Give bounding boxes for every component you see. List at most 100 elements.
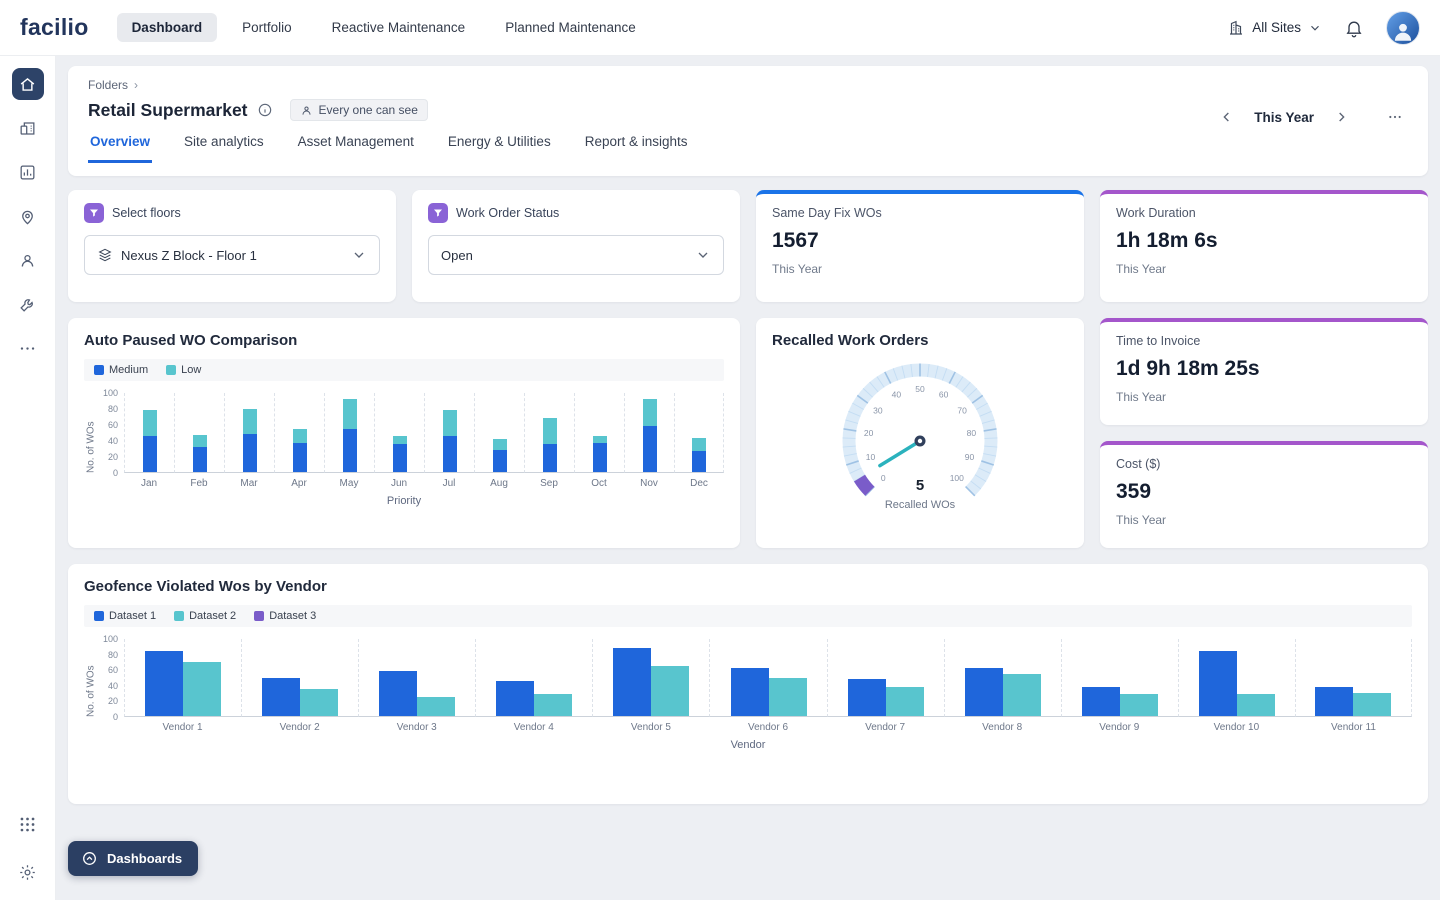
- more-options-button[interactable]: [1382, 104, 1408, 130]
- tab-overview[interactable]: Overview: [88, 134, 152, 163]
- stacked-bar[interactable]: [143, 393, 157, 472]
- stacked-bar[interactable]: [443, 393, 457, 472]
- stacked-bar[interactable]: [243, 393, 257, 472]
- kpi-title: Cost ($): [1116, 457, 1412, 471]
- sidebar-settings-gear-icon[interactable]: [12, 856, 44, 888]
- legend-item-dataset-2[interactable]: Dataset 2: [174, 610, 236, 622]
- bar-segment-medium: [593, 443, 607, 472]
- bar-area: [224, 393, 274, 473]
- category-may: May: [324, 393, 374, 492]
- tab-site-analytics[interactable]: Site analytics: [182, 134, 266, 163]
- sidebar-reports-icon[interactable]: [12, 156, 44, 188]
- period-prev-button[interactable]: [1214, 104, 1240, 130]
- tab-energy-utilities[interactable]: Energy & Utilities: [446, 134, 553, 163]
- breadcrumb-separator: ›: [134, 78, 138, 92]
- bar-segment-medium: [143, 436, 157, 472]
- period-label[interactable]: This Year: [1254, 110, 1314, 125]
- sidebar-portfolio-icon[interactable]: [12, 112, 44, 144]
- stacked-bar[interactable]: [193, 393, 207, 472]
- bar-segment-low: [293, 429, 307, 443]
- user-avatar[interactable]: [1386, 11, 1420, 45]
- sidebar-contacts-icon[interactable]: [12, 244, 44, 276]
- chart-title: Auto Paused WO Comparison: [84, 332, 724, 349]
- bar-dataset-1[interactable]: [1315, 687, 1353, 716]
- bar-dataset-2[interactable]: [183, 662, 221, 716]
- primary-nav: Dashboard Portfolio Reactive Maintenance Pl…: [117, 13, 651, 42]
- bar-dataset-2[interactable]: [1353, 693, 1391, 716]
- bar-dataset-2[interactable]: [1003, 674, 1041, 716]
- kpi-title: Work Duration: [1116, 206, 1412, 220]
- legend-item-dataset-1[interactable]: Dataset 1: [94, 610, 156, 622]
- bar-segment-medium: [343, 429, 357, 472]
- breadcrumb[interactable]: Folders ›: [88, 78, 1408, 92]
- y-tick-label: 100: [103, 634, 118, 644]
- bar-area: [274, 393, 324, 473]
- bar-dataset-1[interactable]: [145, 651, 183, 716]
- stacked-bar[interactable]: [293, 393, 307, 472]
- layers-icon: [97, 247, 113, 263]
- top-navbar: facilio Dashboard Portfolio Reactive Maint…: [0, 0, 1440, 56]
- dashboards-button[interactable]: Dashboards: [68, 841, 198, 876]
- bar-dataset-1[interactable]: [496, 681, 534, 716]
- bar-dataset-2[interactable]: [300, 689, 338, 716]
- stacked-bar[interactable]: [543, 393, 557, 472]
- bar-dataset-2[interactable]: [1120, 694, 1158, 716]
- bar-dataset-1[interactable]: [1199, 651, 1237, 716]
- left-sidebar: [0, 56, 56, 900]
- tab-report-insights[interactable]: Report & insights: [583, 134, 690, 163]
- stacked-bar[interactable]: [643, 393, 657, 472]
- nav-item-reactive-maintenance[interactable]: Reactive Maintenance: [317, 13, 481, 42]
- sidebar-home-icon[interactable]: [12, 68, 44, 100]
- sidebar-service-icon[interactable]: [12, 288, 44, 320]
- status-dropdown-value: Open: [441, 248, 473, 263]
- y-tick-label: 0: [113, 468, 118, 478]
- stacked-bar[interactable]: [493, 393, 507, 472]
- bar-dataset-1[interactable]: [262, 678, 300, 717]
- period-next-button[interactable]: [1328, 104, 1354, 130]
- y-tick-label: 80: [108, 404, 118, 414]
- x-tick-label: Vendor 2: [241, 717, 358, 736]
- sidebar-more-icon[interactable]: [12, 332, 44, 364]
- legend-item-low[interactable]: Low: [166, 364, 201, 376]
- app-logo[interactable]: facilio: [20, 14, 89, 41]
- info-icon[interactable]: [257, 102, 273, 118]
- bar-area: [124, 393, 174, 473]
- bar-dataset-1[interactable]: [848, 679, 886, 716]
- bar-dataset-1[interactable]: [1082, 687, 1120, 716]
- bar-dataset-2[interactable]: [417, 697, 455, 716]
- x-tick-label: Vendor 7: [827, 717, 944, 736]
- sidebar-apps-grid-icon[interactable]: [12, 808, 44, 840]
- site-selector[interactable]: All Sites: [1227, 19, 1322, 37]
- bar-dataset-1[interactable]: [379, 671, 417, 716]
- notifications-bell-icon[interactable]: [1344, 18, 1364, 38]
- bar-dataset-1[interactable]: [731, 668, 769, 716]
- stacked-bar[interactable]: [393, 393, 407, 472]
- nav-item-portfolio[interactable]: Portfolio: [227, 13, 307, 42]
- stacked-bar[interactable]: [343, 393, 357, 472]
- stacked-bar[interactable]: [593, 393, 607, 472]
- nav-item-dashboard[interactable]: Dashboard: [117, 13, 218, 42]
- bar-dataset-2[interactable]: [651, 666, 689, 716]
- x-tick-label: Oct: [574, 473, 624, 492]
- bar-dataset-1[interactable]: [613, 648, 651, 716]
- bar-dataset-2[interactable]: [534, 694, 572, 716]
- bar-dataset-2[interactable]: [769, 678, 807, 717]
- sidebar-location-icon[interactable]: [12, 200, 44, 232]
- y-tick-label: 40: [108, 436, 118, 446]
- stacked-bar[interactable]: [692, 393, 706, 472]
- legend-item-medium[interactable]: Medium: [94, 364, 148, 376]
- nav-item-planned-maintenance[interactable]: Planned Maintenance: [490, 13, 651, 42]
- bar-dataset-2[interactable]: [1237, 694, 1275, 716]
- status-dropdown[interactable]: Open: [428, 235, 724, 275]
- category-jan: Jan: [124, 393, 174, 492]
- chevron-down-icon: [351, 247, 367, 263]
- tab-asset-management[interactable]: Asset Management: [296, 134, 416, 163]
- floors-dropdown[interactable]: Nexus Z Block - Floor 1: [84, 235, 380, 275]
- legend-item-dataset-3[interactable]: Dataset 3: [254, 610, 316, 622]
- bar-dataset-1[interactable]: [965, 668, 1003, 716]
- site-selector-label: All Sites: [1252, 20, 1301, 35]
- category-vendor-2: Vendor 2: [241, 639, 358, 736]
- bar-area: [324, 393, 374, 473]
- breadcrumb-folders[interactable]: Folders: [88, 78, 128, 92]
- bar-dataset-2[interactable]: [886, 687, 924, 716]
